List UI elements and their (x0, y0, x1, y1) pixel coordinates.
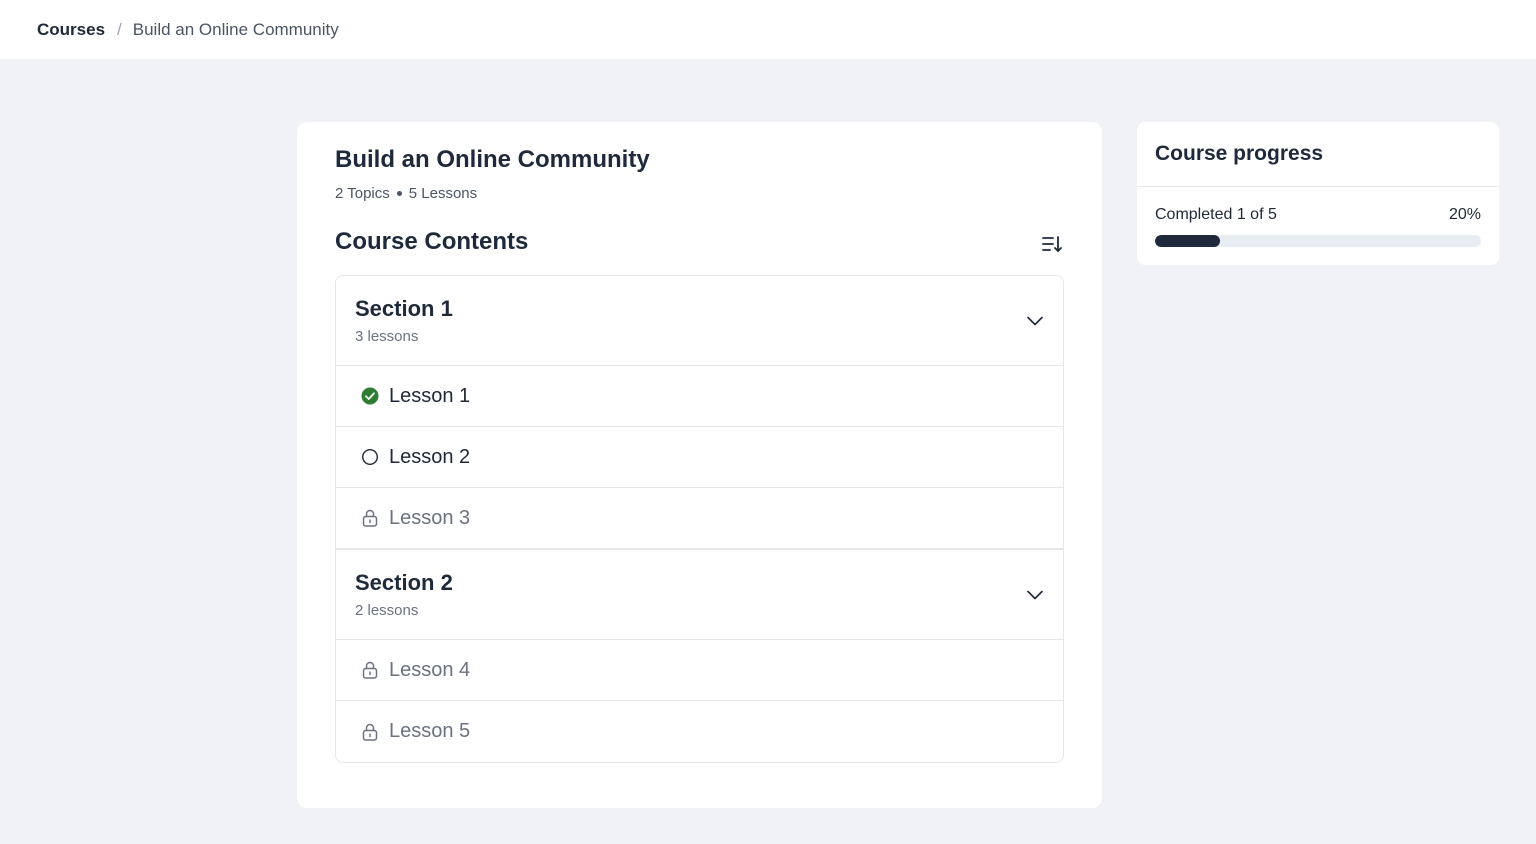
divider (1137, 186, 1499, 187)
course-progress-card: Course progress Completed 1 of 5 20% (1137, 122, 1499, 265)
course-contents-accordion: Section 1 3 lessons Lesson 1 Lesson 2 Le… (335, 275, 1064, 763)
course-title: Build an Online Community (335, 146, 650, 173)
sort-descending-icon (1042, 236, 1062, 253)
section-1-header[interactable]: Section 1 3 lessons (336, 276, 1063, 366)
meta-dot (396, 191, 402, 196)
course-card: Build an Online Community 2 Topics 5 Les… (297, 122, 1102, 808)
section-lesson-count: 2 lessons (355, 602, 419, 619)
progress-bar-fill (1155, 235, 1221, 247)
progress-label: Completed 1 of 5 (1155, 206, 1277, 223)
section-2-header[interactable]: Section 2 2 lessons (336, 549, 1063, 640)
breadcrumb-courses-link[interactable]: Courses (37, 20, 105, 40)
section-name: Section 2 (355, 570, 453, 595)
topics-count: 2 Topics (335, 185, 390, 202)
lock-icon (361, 509, 379, 527)
lock-icon (361, 661, 379, 679)
lesson-item-1[interactable]: Lesson 1 (336, 366, 1063, 427)
chevron-down-icon (1026, 586, 1044, 604)
sort-button[interactable] (1039, 231, 1065, 257)
breadcrumb-bar: Courses / Build an Online Community (0, 0, 1536, 59)
progress-title: Course progress (1155, 142, 1324, 165)
lesson-label: Lesson 3 (389, 506, 471, 529)
lesson-label: Lesson 1 (389, 384, 471, 407)
lesson-item-5[interactable]: Lesson 5 (336, 701, 1063, 762)
course-contents-heading: Course Contents (335, 228, 529, 255)
lesson-item-3[interactable]: Lesson 3 (336, 488, 1063, 549)
lesson-item-4[interactable]: Lesson 4 (336, 640, 1063, 701)
lessons-count: 5 Lessons (408, 185, 478, 202)
breadcrumb-separator: / (117, 19, 122, 39)
lesson-label: Lesson 5 (389, 720, 471, 742)
check-circle-icon (361, 387, 379, 405)
lesson-label: Lesson 2 (389, 445, 471, 468)
section-lesson-count: 3 lessons (355, 328, 419, 345)
course-meta: 2 Topics 5 Lessons (335, 185, 477, 202)
lesson-item-2[interactable]: Lesson 2 (336, 427, 1063, 488)
progress-percent: 20% (1448, 206, 1481, 223)
empty-circle-icon (361, 448, 379, 466)
chevron-down-icon (1026, 312, 1044, 330)
section-name: Section 1 (355, 296, 453, 321)
lesson-label: Lesson 4 (389, 658, 471, 681)
progress-bar (1155, 235, 1481, 247)
lock-icon (361, 723, 379, 741)
breadcrumb-current: Build an Online Community (132, 19, 339, 39)
